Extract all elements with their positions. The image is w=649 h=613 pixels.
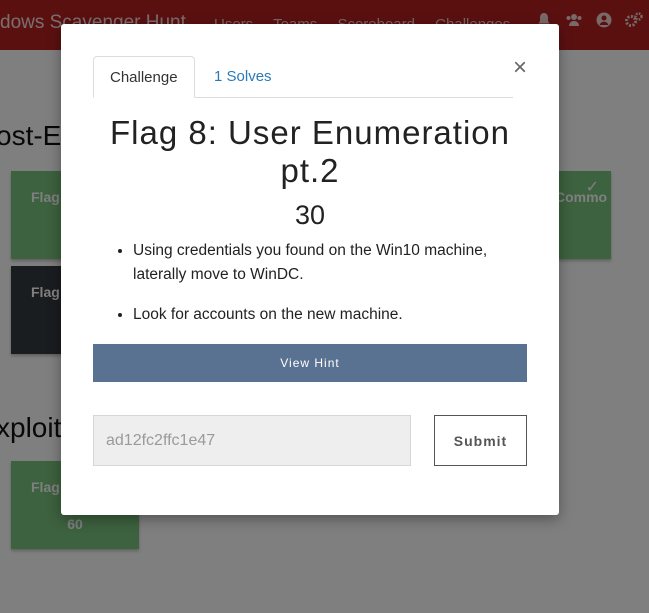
description-item: Look for accounts on the new machine. [133, 303, 513, 327]
challenge-title: Flag 8: User Enumeration pt.2 [109, 114, 510, 189]
challenge-modal: × Challenge 1 Solves Flag 8: User Enumer… [61, 24, 559, 515]
submit-button[interactable]: Submit [434, 415, 527, 466]
tab-challenge[interactable]: Challenge [93, 56, 195, 98]
close-button[interactable]: × [513, 56, 527, 80]
description-item: Using credentials you found on the Win10… [133, 239, 513, 287]
challenge-description: Using credentials you found on the Win10… [93, 239, 513, 343]
modal-tabs: Challenge 1 Solves [93, 56, 513, 98]
tab-solves[interactable]: 1 Solves [198, 56, 288, 97]
flag-input[interactable] [93, 415, 411, 466]
view-hint-button[interactable]: View Hint [93, 344, 527, 382]
challenge-value: 30 [294, 200, 326, 230]
